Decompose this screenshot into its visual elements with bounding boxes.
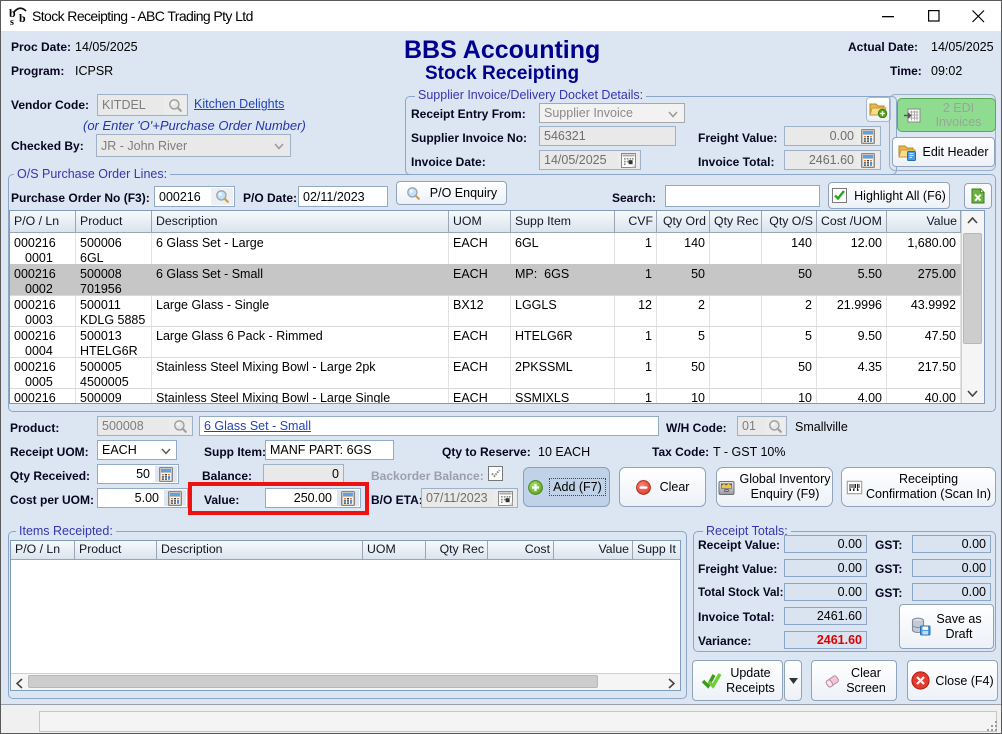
svg-text:b: b — [19, 11, 26, 25]
svg-text:s: s — [10, 17, 14, 26]
